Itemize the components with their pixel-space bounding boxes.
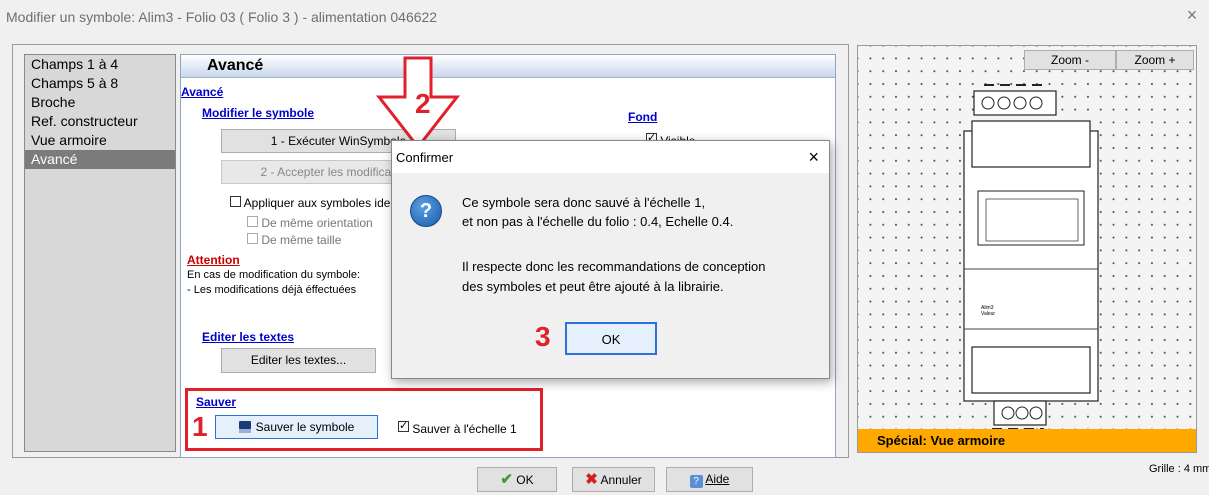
- dialog-close-icon[interactable]: ×: [808, 147, 819, 168]
- same-size-label: De même taille: [261, 233, 342, 247]
- dialog-title: Confirmer: [396, 150, 454, 165]
- window-title: Modifier un symbole: Alim3 - Folio 03 ( …: [6, 9, 438, 25]
- nav-item-champs-5-8[interactable]: Champs 5 à 8: [25, 74, 175, 93]
- sidebar-nav: Champs 1 à 4 Champs 5 à 8 Broche Ref. co…: [24, 54, 176, 452]
- attention-line-2: - Les modifications déjà éffectuées: [187, 284, 357, 296]
- apply-identical-checkbox[interactable]: [230, 196, 241, 207]
- fond-label: Fond: [628, 110, 658, 124]
- preview-footer-label: Spécial: Vue armoire: [877, 433, 1006, 448]
- grid-size-label: Grille : 4 mm: [1149, 463, 1209, 475]
- dialog-line-3: Il respecte donc les recommandations de …: [462, 259, 766, 274]
- ok-button[interactable]: ✔ OK: [477, 467, 557, 492]
- cancel-button[interactable]: ✖ Annuler: [572, 467, 655, 492]
- confirm-dialog: Confirmer × ? Ce symbole sera donc sauvé…: [391, 140, 830, 379]
- dialog-ok-button[interactable]: OK: [565, 322, 657, 355]
- zoom-out-button[interactable]: Zoom -: [1024, 50, 1116, 70]
- attention-line-1: En cas de modification du symbole:: [187, 269, 361, 281]
- nav-item-avance[interactable]: Avancé: [25, 150, 175, 169]
- section-avance-link[interactable]: Avancé: [181, 85, 223, 99]
- same-orientation-row[interactable]: De même orientation: [247, 216, 373, 230]
- dialog-line-4: des symboles et peut être ajouté à la li…: [462, 279, 724, 294]
- close-icon[interactable]: [1181, 5, 1203, 26]
- annotation-number-3: 3: [535, 321, 551, 352]
- nav-item-champs-1-4[interactable]: Champs 1 à 4: [25, 55, 175, 74]
- dialog-line-1: Ce symbole sera donc sauvé à l'échelle 1…: [462, 195, 706, 210]
- edit-texts-button[interactable]: Editer les textes...: [221, 348, 376, 373]
- panel-header: Avancé: [181, 55, 835, 78]
- zoom-in-button[interactable]: Zoom +: [1116, 50, 1194, 70]
- dialog-line-2: et non pas à l'échelle du folio : 0.4, E…: [462, 214, 734, 229]
- same-size-checkbox[interactable]: [247, 233, 258, 244]
- annotation-number-2: 2: [415, 88, 431, 119]
- symbol-preview[interactable]: Zoom - Zoom + Alim3 Valeur Spécial: Vue …: [857, 45, 1197, 453]
- annotation-number-1: 1: [192, 411, 208, 442]
- edit-texts-label: Editer les textes: [202, 330, 295, 344]
- check-icon: ✔: [500, 471, 513, 488]
- cancel-button-label: Annuler: [600, 473, 642, 487]
- modify-symbol-label: Modifier le symbole: [202, 106, 315, 120]
- nav-item-broche[interactable]: Broche: [25, 93, 175, 112]
- symbol-label-valeur: Valeur: [981, 311, 996, 317]
- help-button[interactable]: ? Aide: [666, 467, 753, 492]
- question-icon: ?: [410, 195, 442, 227]
- same-orientation-label: De même orientation: [261, 216, 373, 230]
- panel-title: Avancé: [207, 57, 264, 74]
- save-highlight-box: [185, 388, 543, 451]
- nav-item-ref-constructeur[interactable]: Ref. constructeur: [25, 112, 175, 131]
- cabinet-symbol-drawing: [963, 84, 1099, 430]
- nav-item-vue-armoire[interactable]: Vue armoire: [25, 131, 175, 150]
- preview-footer: Spécial: Vue armoire: [858, 429, 1196, 452]
- dialog-titlebar: Confirmer ×: [392, 141, 829, 173]
- ok-button-label: OK: [516, 473, 534, 487]
- help-icon: ?: [689, 475, 703, 488]
- x-icon: ✖: [585, 471, 598, 488]
- same-size-row[interactable]: De même taille: [247, 233, 341, 247]
- help-button-label: Aide: [705, 472, 730, 486]
- same-orientation-checkbox[interactable]: [247, 216, 258, 227]
- attention-label: Attention: [187, 253, 240, 267]
